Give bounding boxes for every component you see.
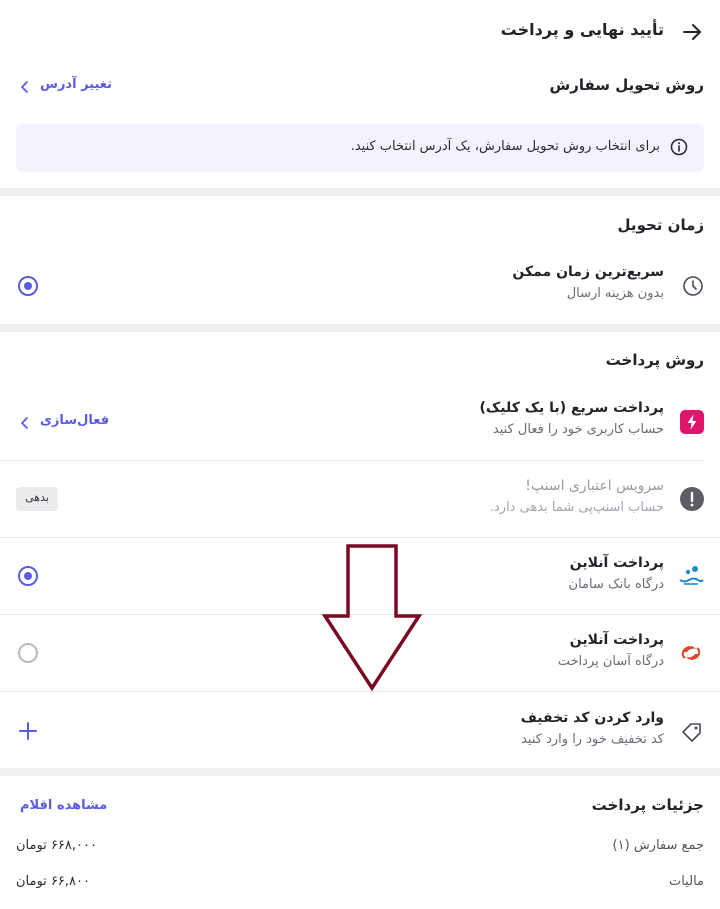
section-separator [0, 768, 720, 776]
delivery-method-title: روش تحویل سفارش [549, 76, 704, 94]
quick-pay-option[interactable]: پرداخت سریع (با یک کلیک) حساب کاربری خود… [0, 392, 720, 456]
delivery-time-title: زمان تحویل [617, 216, 704, 234]
payment-method-title: روش پرداخت [605, 351, 704, 369]
snapp-credit-sub: حساب اسنپ‌پی شما بدهی دارد. [489, 500, 664, 515]
page-title: تأیید نهایی و پرداخت [500, 20, 664, 39]
tag-icon [680, 720, 704, 744]
payment-details-title: جزئیات پرداخت [591, 796, 704, 814]
snapp-credit-title: سرویس اعتباری اسنپ! [525, 478, 664, 494]
chevron-left-icon [18, 79, 32, 95]
snapp-credit-option[interactable]: سرویس اعتباری اسنپ! حساب اسنپ‌پی شما بده… [0, 468, 720, 532]
delivery-info-box: برای انتخاب روش تحویل سفارش، یک آدرس انت… [16, 124, 704, 172]
online-payment-saman-radio[interactable] [18, 566, 38, 586]
activate-link[interactable]: فعال‌سازی [18, 412, 118, 434]
discount-title: وارد کردن کد تخفیف [520, 710, 664, 726]
saman-bank-icon [678, 563, 704, 589]
delivery-time-option-sub: بدون هزینه ارسال [566, 286, 664, 301]
delivery-time-option[interactable]: سریع‌ترین زمان ممکن بدون هزینه ارسال [0, 256, 720, 316]
order-total-value: ۶۶۸,۰۰۰ تومان [16, 838, 97, 853]
online-payment-asan-radio[interactable] [18, 643, 38, 663]
tax-label: مالیات [668, 874, 704, 889]
view-items-link[interactable]: مشاهده اقلام [20, 798, 107, 813]
tax-value: ۶۶,۸۰۰ تومان [16, 874, 90, 889]
asan-pardakht-icon [678, 640, 704, 666]
plus-icon[interactable] [18, 721, 38, 741]
down-arrow-annotation [322, 544, 422, 692]
info-icon [670, 138, 688, 156]
discount-code-row[interactable]: وارد کردن کد تخفیف کد تخفیف خود را وارد … [0, 700, 720, 764]
discount-sub: کد تخفیف خود را وارد کنید [521, 732, 664, 747]
chevron-left-icon [18, 415, 32, 431]
alert-icon [680, 487, 704, 511]
section-separator [0, 188, 720, 196]
quick-pay-sub: حساب کاربری خود را فعال کنید [492, 422, 664, 437]
quick-pay-title: پرداخت سریع (با یک کلیک) [479, 400, 664, 416]
lightning-icon [680, 410, 704, 434]
order-total-label: جمع سفارش (۱) [612, 838, 704, 853]
row-divider [0, 537, 720, 538]
change-address-label: تغییر آدرس [40, 77, 112, 92]
row-divider [0, 460, 704, 461]
activate-label: فعال‌سازی [40, 413, 110, 428]
delivery-time-option-title: سریع‌ترین زمان ممکن [512, 264, 664, 280]
section-separator [0, 324, 720, 332]
debt-badge: بدهی [16, 487, 58, 511]
clock-icon [682, 275, 704, 297]
delivery-info-text: برای انتخاب روش تحویل سفارش، یک آدرس انت… [350, 139, 660, 154]
delivery-time-radio[interactable] [18, 276, 38, 296]
back-arrow-icon[interactable] [680, 20, 704, 44]
change-address-link[interactable]: تغییر آدرس [18, 76, 128, 98]
